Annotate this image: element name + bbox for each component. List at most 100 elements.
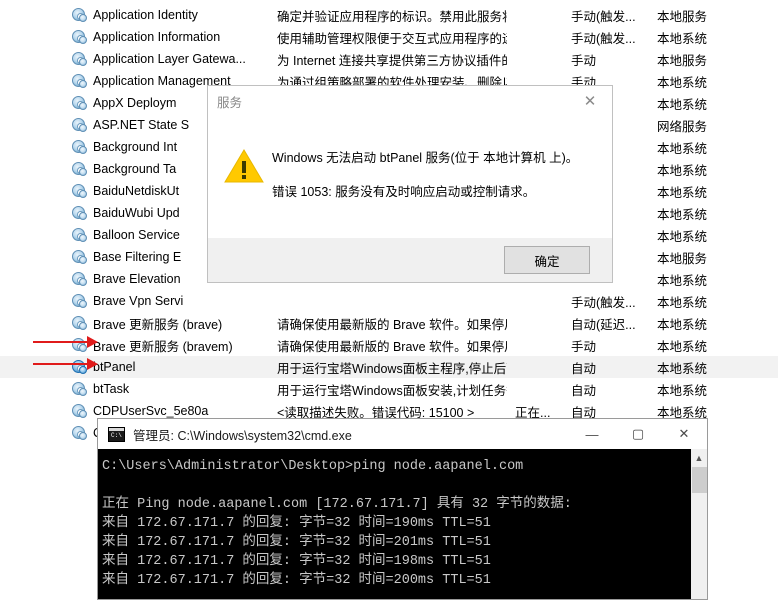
service-name: Brave Vpn Servi (93, 294, 184, 308)
close-icon[interactable]: ✕ (661, 419, 707, 449)
close-icon[interactable]: ✕ (568, 86, 612, 116)
service-gear-icon (72, 183, 88, 199)
table-row[interactable]: Brave 更新服务 (brave) 请确保使用最新版的 Brave 软件。如果停… (0, 312, 778, 334)
service-startup-type: 手动(触发... (571, 9, 636, 24)
service-description: 用于运行宝塔Windows面板安装,计划任务等... (277, 383, 507, 398)
service-gear-icon (72, 95, 88, 111)
service-gear-icon (72, 161, 88, 177)
annotation-arrow-bttask (33, 358, 99, 370)
service-gear-icon (72, 381, 88, 397)
console-line: C:\Users\Administrator\Desktop>ping node… (102, 459, 524, 474)
annotation-arrow-btpanel (33, 336, 99, 348)
service-gear-icon (72, 51, 88, 67)
warning-icon (224, 148, 268, 188)
service-description: 用于运行宝塔Windows面板主程序,停止后面... (277, 361, 507, 376)
table-row[interactable]: btPanel 用于运行宝塔Windows面板主程序,停止后面... 自动 本地系统 (0, 356, 778, 378)
console-line: 正在 Ping node.aapanel.com [172.67.171.7] … (102, 497, 572, 512)
minimize-icon[interactable]: — (569, 419, 615, 449)
console-line: 来自 172.67.171.7 的回复: 字节=32 时间=198ms TTL=… (102, 554, 491, 569)
service-description: 为 Internet 连接共享提供第三方协议插件的... (277, 53, 507, 68)
table-row[interactable]: btTask 用于运行宝塔Windows面板安装,计划任务等... 自动 本地系统 (0, 378, 778, 400)
service-name: btTask (93, 382, 130, 396)
service-logon-as: 本地系统 (657, 207, 708, 222)
console-output-area[interactable]: C:\Users\Administrator\Desktop>ping node… (98, 449, 707, 599)
arrow-head (87, 336, 98, 348)
service-logon-as: 本地系统 (657, 141, 708, 156)
service-startup-type: 自动 (571, 361, 597, 376)
service-startup-type: 手动 (571, 339, 597, 354)
console-icon-prompt-text: C:\ (111, 431, 122, 439)
service-logon-as: 网络服务 (657, 119, 708, 134)
scroll-up-icon[interactable]: ▲ (691, 449, 707, 466)
service-gear-icon (72, 403, 88, 419)
service-logon-as: 本地服务 (657, 53, 708, 68)
service-logon-as: 本地系统 (657, 229, 708, 244)
console-window-controls: — ▢ ✕ (569, 419, 707, 449)
service-logon-as: 本地系统 (657, 383, 708, 398)
service-logon-as: 本地系统 (657, 295, 708, 310)
dialog-titlebar: 服务 ✕ (208, 86, 612, 116)
table-row[interactable]: Application Identity 确定并验证应用程序的标识。禁用此服务将.… (0, 4, 778, 26)
service-gear-icon (72, 271, 88, 287)
table-row[interactable]: Brave Vpn Servi 手动(触发... 本地系统 (0, 290, 778, 312)
service-logon-as: 本地服务 (657, 251, 708, 266)
service-gear-icon (72, 7, 88, 23)
console-line: 来自 172.67.171.7 的回复: 字节=32 时间=201ms TTL=… (102, 535, 491, 550)
service-startup-type: 手动(触发... (571, 31, 636, 46)
table-row[interactable]: Application Information 使用辅助管理权限便于交互式应用程序… (0, 26, 778, 48)
console-titlebar[interactable]: C:\ 管理员: C:\Windows\system32\cmd.exe — ▢… (98, 419, 707, 449)
service-logon-as: 本地系统 (657, 361, 708, 376)
service-gear-icon (72, 29, 88, 45)
service-gear-icon (72, 117, 88, 133)
service-startup-type: 自动 (571, 383, 597, 398)
service-name: CDPUserSvc_5e80a (93, 404, 209, 418)
dialog-footer: 确定 (208, 238, 612, 282)
service-error-dialog: 服务 ✕ Windows 无法启动 btPanel 服务(位于 本地计算机 上)… (207, 85, 613, 283)
service-logon-as: 本地系统 (657, 273, 708, 288)
service-gear-icon (72, 139, 88, 155)
service-logon-as: 本地系统 (657, 31, 708, 46)
service-name: Brave 更新服务 (bravem) (93, 339, 233, 354)
service-startup-type: 手动 (571, 53, 597, 68)
arrow-shaft (33, 341, 87, 343)
dialog-text-block: Windows 无法启动 btPanel 服务(位于 本地计算机 上)。 错误 … (272, 138, 578, 238)
console-line: 来自 172.67.171.7 的回复: 字节=32 时间=200ms TTL=… (102, 573, 491, 588)
service-startup-type: 自动(延迟... (571, 317, 636, 332)
dialog-title: 服务 (217, 95, 243, 110)
arrow-shaft (33, 363, 87, 365)
service-name: Application Information (93, 30, 221, 44)
service-gear-icon (72, 227, 88, 243)
console-line: 来自 172.67.171.7 的回复: 字节=32 时间=190ms TTL=… (102, 516, 491, 531)
service-logon-as: 本地系统 (657, 97, 708, 112)
screen-root: Application Identity 确定并验证应用程序的标识。禁用此服务将.… (0, 0, 778, 600)
service-logon-as: 本地系统 (657, 163, 708, 178)
service-gear-icon (72, 315, 88, 331)
service-name: Application Identity (93, 8, 198, 22)
service-gear-icon (72, 73, 88, 89)
console-app-icon: C:\ (108, 426, 125, 442)
ok-button[interactable]: 确定 (504, 246, 590, 274)
service-description: 请确保使用最新版的 Brave 软件。如果停用... (277, 317, 507, 332)
service-gear-icon (72, 425, 88, 441)
service-name: btPanel (93, 360, 136, 374)
console-scrollbar[interactable]: ▲ (690, 449, 707, 599)
table-row[interactable]: Brave 更新服务 (bravem) 请确保使用最新版的 Brave 软件。如果… (0, 334, 778, 356)
dialog-message-secondary: 错误 1053: 服务没有及时响应启动或控制请求。 (272, 185, 536, 199)
command-prompt-window: C:\ 管理员: C:\Windows\system32\cmd.exe — ▢… (97, 418, 708, 600)
service-description: 请确保使用最新版的 Brave 软件。如果停用... (277, 339, 507, 354)
service-name: Brave 更新服务 (brave) (93, 317, 223, 332)
service-gear-icon (72, 249, 88, 265)
service-logon-as: 本地系统 (657, 339, 708, 354)
service-startup-type: 手动(触发... (571, 295, 636, 310)
maximize-icon[interactable]: ▢ (615, 419, 661, 449)
service-description: 使用辅助管理权限便于交互式应用程序的运... (277, 31, 507, 46)
arrow-head (87, 358, 98, 370)
service-logon-as: 本地系统 (657, 317, 708, 332)
table-row[interactable]: Application Layer Gatewa... 为 Internet 连接… (0, 48, 778, 70)
service-logon-as: 本地系统 (657, 75, 708, 90)
dialog-message-primary: Windows 无法启动 btPanel 服务(位于 本地计算机 上)。 (272, 151, 579, 165)
scrollbar-thumb[interactable] (692, 467, 707, 493)
service-logon-as: 本地服务 (657, 9, 708, 24)
